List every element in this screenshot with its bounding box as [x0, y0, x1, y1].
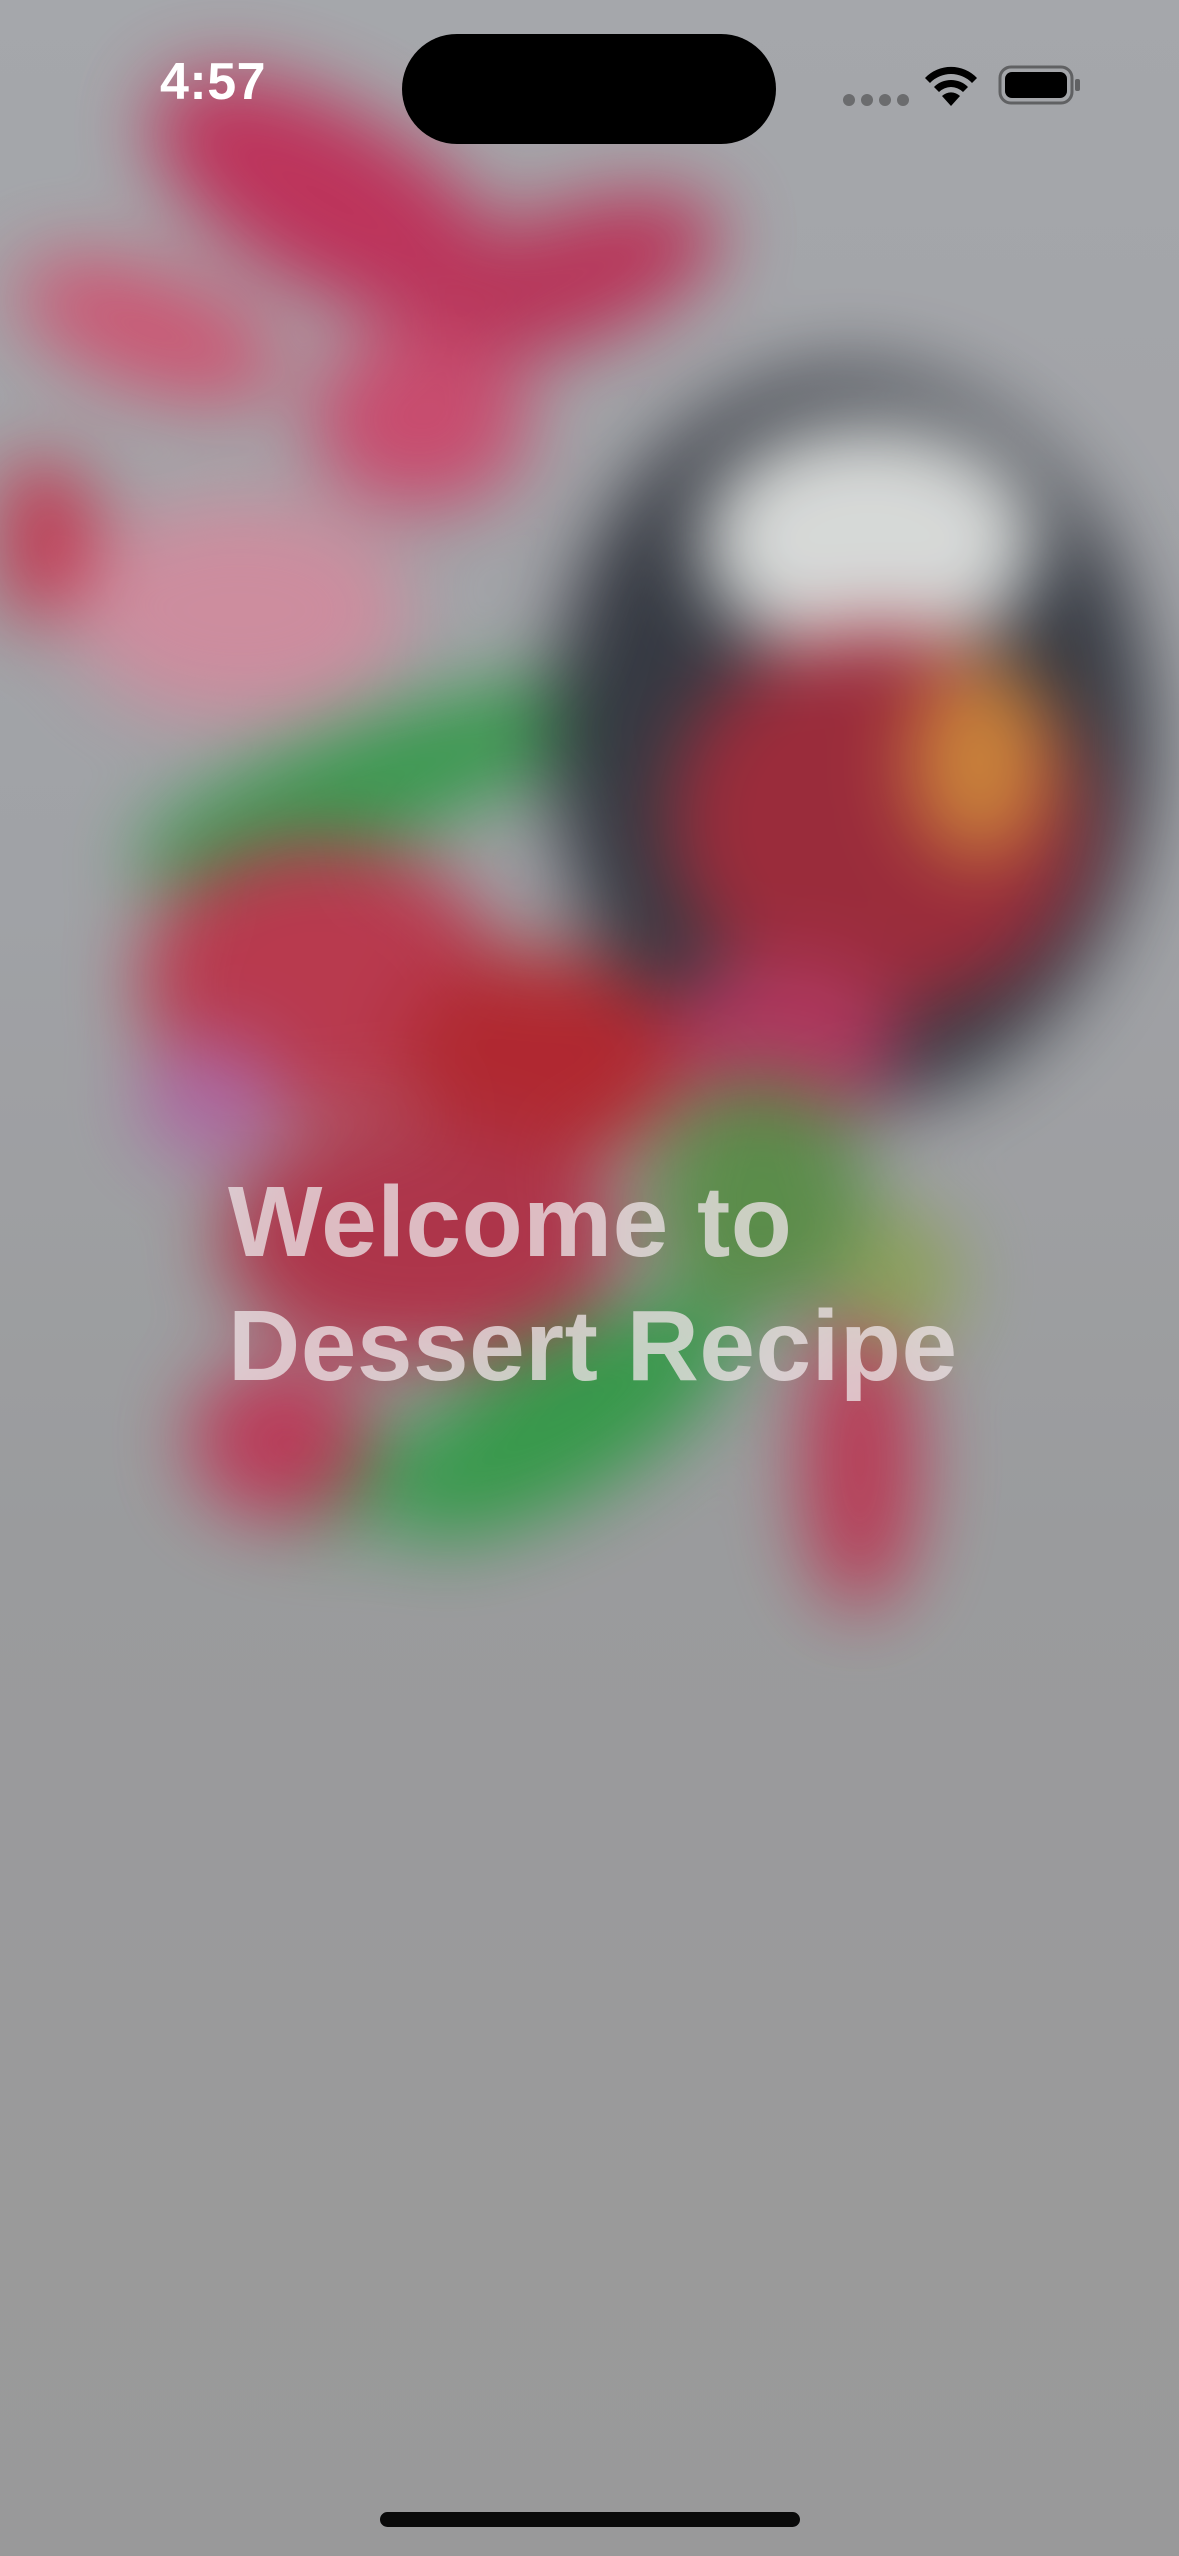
status-time: 4:57: [160, 53, 267, 111]
welcome-title: Welcome to Dessert Recipe: [228, 1160, 1088, 1408]
welcome-line-1: Welcome to: [228, 1166, 793, 1278]
home-indicator[interactable]: [380, 2512, 800, 2527]
battery-icon: [998, 65, 1080, 105]
dynamic-island: [402, 34, 776, 144]
wifi-icon: [925, 66, 977, 106]
signal-icon: [843, 94, 909, 106]
splash-screen: 4:57 Welcome to Dessert Recipe: [0, 0, 1179, 2556]
welcome-line-2: Dessert Recipe: [228, 1290, 958, 1402]
